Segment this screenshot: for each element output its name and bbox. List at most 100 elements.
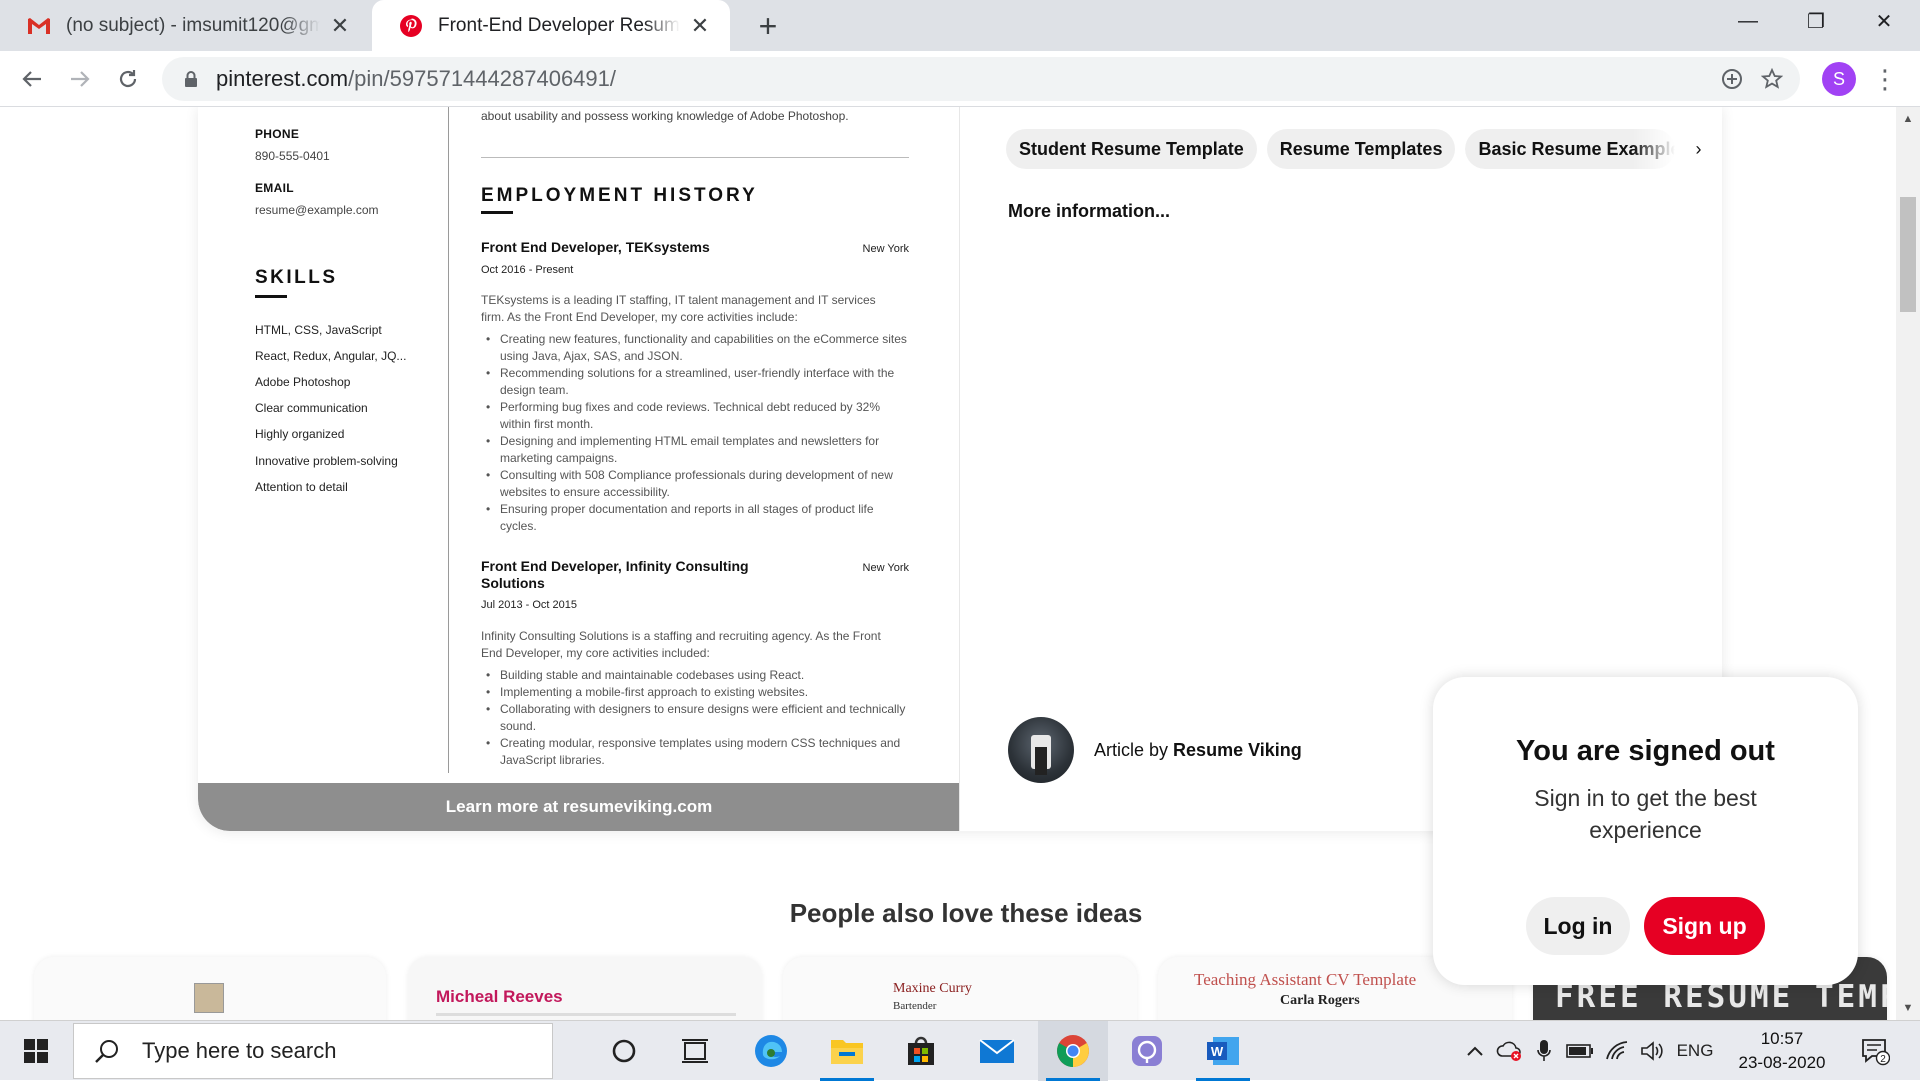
onedrive-error-icon[interactable] [1494,1021,1526,1081]
clock[interactable]: 10:57 23-08-2020 [1720,1027,1844,1075]
text-line [436,1013,736,1016]
browser-toolbar: pinterest.com/pin/597571444287406491/ S … [0,51,1920,107]
job-title: Front End Developer, TEKsystems [481,239,710,255]
microphone-icon[interactable] [1530,1021,1558,1081]
vertical-scrollbar[interactable]: ▲ ▼ [1896,107,1920,1020]
page-viewport: PHONE 890-555-0401 EMAIL resume@example.… [0,107,1920,1020]
forward-icon[interactable] [60,59,100,99]
bookmark-star-icon[interactable] [1752,57,1792,101]
idea-card-title: Maxine Curry [893,981,972,996]
chevron-up-icon[interactable] [1460,1021,1490,1081]
windows-start-icon[interactable] [14,1031,58,1071]
idea-card-title: Micheal Reeves [436,987,563,1006]
more-information-link[interactable]: More information... [1008,201,1170,222]
battery-icon[interactable] [1562,1021,1598,1081]
list-item: Consulting with 508 Compliance professio… [481,467,909,501]
install-app-icon[interactable] [1712,57,1752,101]
back-icon[interactable] [12,59,52,99]
new-tab-button[interactable]: + [748,6,788,46]
tab-strip: (no subject) - imsumit120@gmail.com ✕ Fr… [0,0,1920,51]
author-link[interactable]: Resume Viking [1173,740,1302,760]
skill-item: React, Redux, Angular, JQ... [255,349,407,363]
list-item: Recommending solutions for a streamlined… [481,365,909,399]
gmail-icon [26,13,52,39]
word-icon[interactable]: W [1188,1021,1258,1081]
topic-chip[interactable]: Resume Templates [1266,129,1456,169]
learn-more-link[interactable]: Learn more at resumeviking.com [198,783,959,831]
avatar[interactable] [1008,717,1074,783]
idea-card-subtitle: Bartender [893,1000,937,1012]
job-description: Infinity Consulting Solutions is a staff… [481,629,881,660]
file-explorer-icon[interactable] [812,1021,882,1081]
skills-underline [255,295,287,298]
microsoft-store-icon[interactable] [886,1021,956,1081]
menu-dots-icon[interactable]: ⋮ [1870,59,1900,99]
list-item: Creating modular, responsive templates u… [481,735,909,769]
address-bar[interactable]: pinterest.com/pin/597571444287406491/ [162,57,1800,101]
close-tab-icon[interactable]: ✕ [688,13,712,38]
job-description: TEKsystems is a leading IT staffing, IT … [481,293,876,324]
sign-up-button[interactable]: Sign up [1644,897,1765,955]
topic-chip[interactable]: Basic Resume Example [1465,129,1676,169]
idea-card[interactable]: Maxine Curry Bartender [783,957,1137,1020]
signed-out-popup: You are signed out Sign in to get the be… [1433,677,1858,985]
reload-icon[interactable] [108,59,148,99]
minimize-icon[interactable]: — [1718,0,1778,42]
edge-icon[interactable] [736,1021,806,1081]
task-view-icon[interactable] [660,1021,730,1081]
clock-date: 23-08-2020 [1738,1053,1826,1072]
email-label: EMAIL [255,181,294,195]
chrome-icon[interactable] [1038,1021,1108,1081]
close-window-icon[interactable]: ✕ [1854,0,1914,42]
chevron-right-icon[interactable]: › [1685,136,1711,162]
notification-center-icon[interactable]: 2 [1852,1021,1898,1081]
mail-icon[interactable] [962,1021,1032,1081]
scroll-down-icon[interactable]: ▼ [1896,998,1920,1018]
cortana-icon[interactable] [589,1021,659,1081]
lock-icon [180,68,202,90]
profile-avatar[interactable]: S [1822,62,1856,96]
article-author: Article by Resume Viking [1008,717,1302,783]
job-dates: Oct 2016 - Present [481,264,574,276]
skill-item: Highly organized [255,427,345,441]
feedback-app-icon[interactable] [1112,1021,1182,1081]
restore-icon[interactable]: ❐ [1786,0,1846,42]
search-placeholder: Type here to search [142,1038,337,1063]
wifi-icon[interactable] [1602,1021,1634,1081]
close-tab-icon[interactable]: ✕ [328,13,352,38]
job-title: Front End Developer, Infinity Consulting… [481,558,749,591]
skill-item: Innovative problem-solving [255,454,398,468]
notification-count: 2 [1880,1054,1886,1065]
list-item: Building stable and maintainable codebas… [481,667,909,684]
job-city: New York [862,243,909,255]
tab-gmail[interactable]: (no subject) - imsumit120@gmail.com ✕ [0,0,370,51]
volume-icon[interactable] [1636,1021,1668,1081]
idea-card[interactable]: Micheal Reeves [408,957,762,1020]
topic-chip[interactable]: Student Resume Template [1006,129,1257,169]
employment-underline [481,211,513,214]
related-topics: Student Resume Template Resume Templates… [1006,129,1711,169]
list-item: Performing bug fixes and code reviews. T… [481,399,909,433]
resume-left-column: PHONE 890-555-0401 EMAIL resume@example.… [198,107,448,773]
search-icon [92,1036,122,1066]
resume-intro-text: about usability and possess working know… [481,109,849,123]
job-dates: Jul 2013 - Oct 2015 [481,599,578,611]
job-bullet-list: Building stable and maintainable codebas… [481,667,909,769]
log-in-button[interactable]: Log in [1526,897,1630,955]
resume-divider [448,107,449,773]
scroll-thumb[interactable] [1900,197,1916,312]
job-bullet-list: Creating new features, functionality and… [481,331,909,535]
taskbar: Type here to search W ENG 10:57 23-08-20… [0,1020,1920,1081]
clock-time: 10:57 [1760,1029,1804,1048]
tab-pinterest[interactable]: Front-End Developer Resume & CV Template… [372,0,730,51]
skills-heading: SKILLS [255,267,338,288]
taskbar-search-input[interactable]: Type here to search [73,1023,553,1079]
resume-main-column: about usability and possess working know… [481,107,921,773]
scroll-up-icon[interactable]: ▲ [1896,109,1920,129]
employment-heading: EMPLOYMENT HISTORY [481,185,758,206]
language-indicator[interactable]: ENG [1672,1021,1718,1081]
list-item: Ensuring proper documentation and report… [481,501,909,535]
pin-image[interactable]: PHONE 890-555-0401 EMAIL resume@example.… [198,107,960,831]
idea-card[interactable] [34,957,386,1020]
tab-title: Front-End Developer Resume & CV Template [438,14,680,36]
